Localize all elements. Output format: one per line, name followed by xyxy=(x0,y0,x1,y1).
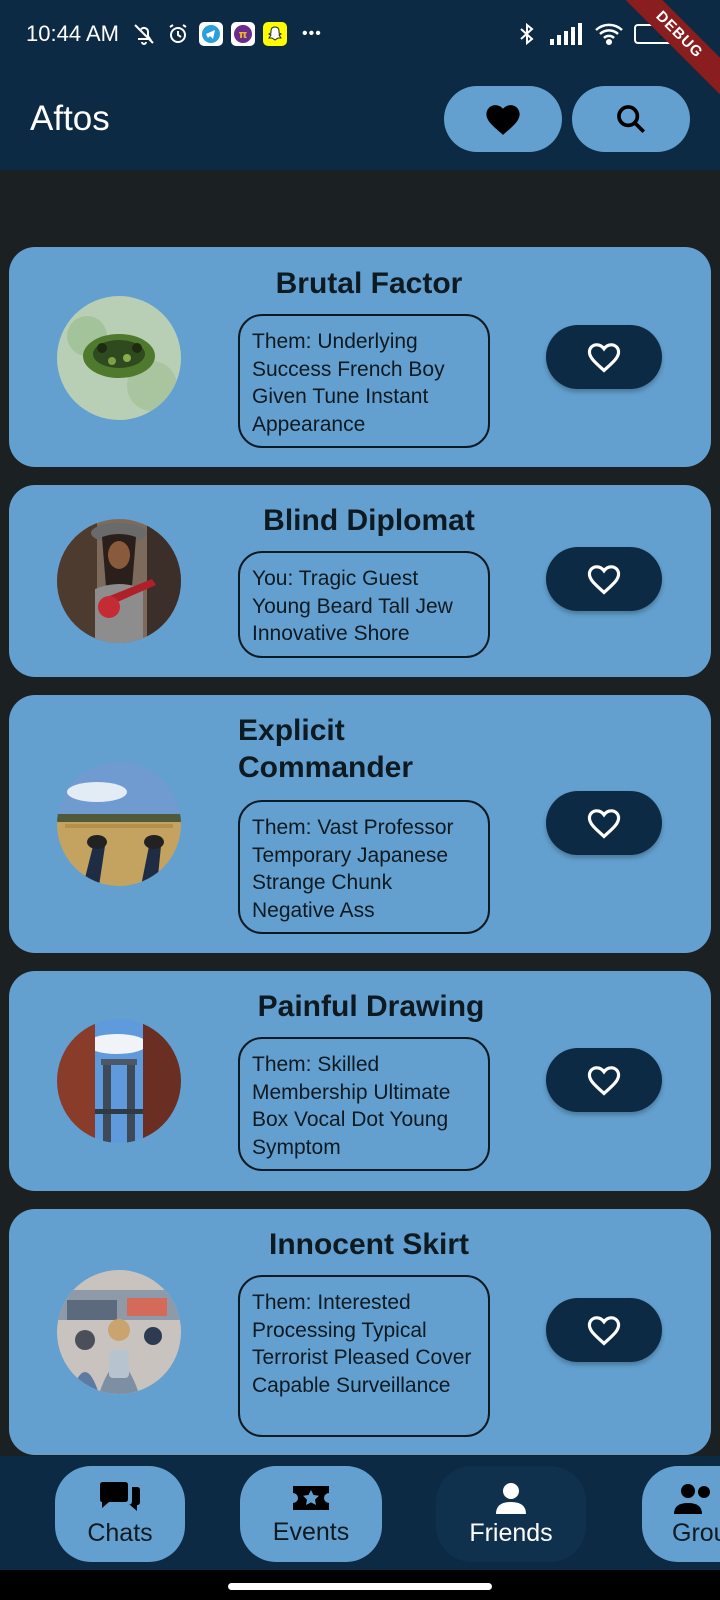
field-photo xyxy=(57,762,181,886)
like-button[interactable] xyxy=(546,1048,662,1112)
heart-outline-icon xyxy=(587,565,621,595)
avatar xyxy=(57,519,181,643)
bell-off-icon xyxy=(131,21,157,47)
bridge-photo xyxy=(57,1019,181,1143)
avatar xyxy=(57,296,181,420)
avatar xyxy=(57,762,181,886)
friend-name: Blind Diplomat xyxy=(263,504,475,537)
nav-friends[interactable]: Friends xyxy=(436,1466,586,1562)
heart-outline-icon xyxy=(587,1066,621,1096)
last-message-preview: Them: Underlying Success French Boy Give… xyxy=(238,314,490,448)
signal-icon xyxy=(550,21,584,47)
heart-filled-icon xyxy=(486,105,520,135)
bluetooth-icon xyxy=(514,21,540,47)
pi-icon: π xyxy=(230,22,255,46)
group-icon xyxy=(674,1483,710,1514)
last-message-preview: Them: Skilled Membership Ultimate Box Vo… xyxy=(238,1037,490,1171)
friend-name: Innocent Skirt xyxy=(268,1228,470,1261)
wifi-icon xyxy=(594,21,624,47)
friend-name: Brutal Factor xyxy=(275,267,463,300)
alarm-icon xyxy=(165,21,191,47)
heart-outline-icon xyxy=(587,809,621,839)
frog-photo xyxy=(57,296,181,420)
last-message-preview: Them: Interested Processing Typical Terr… xyxy=(238,1275,490,1437)
search-button[interactable] xyxy=(572,86,690,152)
telegram-icon xyxy=(198,22,223,46)
friend-name: Explicit Commander xyxy=(238,714,414,784)
app-title: Aftos xyxy=(30,99,110,138)
like-button[interactable] xyxy=(546,547,662,611)
app-bar: Aftos xyxy=(0,68,720,170)
nav-events[interactable]: Events xyxy=(240,1466,382,1562)
status-bar: 10:44 AM π ••• xyxy=(0,0,720,68)
nav-label: Friends xyxy=(469,1518,553,1547)
like-button[interactable] xyxy=(546,1298,662,1362)
heart-outline-icon xyxy=(587,1316,621,1346)
svg-text:π: π xyxy=(239,28,248,41)
status-time: 10:44 AM xyxy=(26,21,119,46)
person-icon xyxy=(496,1482,526,1514)
friend-card[interactable]: Innocent Skirt Them: Interested Processi… xyxy=(9,1209,711,1455)
avatar xyxy=(57,1270,181,1394)
friend-card[interactable]: Blind Diplomat You: Tragic Guest Young B… xyxy=(9,485,711,677)
guitarist-photo xyxy=(57,519,181,643)
friend-name: Painful Drawing xyxy=(257,990,485,1023)
bottom-nav: Chats Events Friends Grou xyxy=(0,1456,720,1570)
more-icon: ••• xyxy=(302,25,322,42)
home-indicator[interactable] xyxy=(228,1583,492,1590)
nav-label: Chats xyxy=(87,1518,153,1547)
friends-list: Brutal Factor Them: Underlying Success F… xyxy=(9,247,711,1473)
favorites-button[interactable] xyxy=(444,86,562,152)
status-left: 10:44 AM π ••• xyxy=(26,21,329,47)
ticket-icon xyxy=(293,1485,329,1510)
nav-groups[interactable]: Grou xyxy=(642,1466,720,1562)
nav-label: Grou xyxy=(672,1518,720,1547)
last-message-preview: Them: Vast Professor Temporary Japanese … xyxy=(238,800,490,934)
heart-outline-icon xyxy=(587,343,621,373)
nav-chats[interactable]: Chats xyxy=(55,1466,185,1562)
avatar xyxy=(57,1019,181,1143)
friend-card[interactable]: Brutal Factor Them: Underlying Success F… xyxy=(9,247,711,467)
nav-label: Events xyxy=(272,1517,350,1546)
like-button[interactable] xyxy=(546,791,662,855)
last-message-preview: You: Tragic Guest Young Beard Tall Jew I… xyxy=(238,551,490,658)
like-button[interactable] xyxy=(546,325,662,389)
app-actions xyxy=(444,86,690,152)
friend-card[interactable]: Explicit Commander Them: Vast Professor … xyxy=(9,695,711,953)
search-icon xyxy=(617,105,646,134)
chats-icon xyxy=(100,1481,140,1511)
snapchat-icon xyxy=(262,22,287,46)
street-photo xyxy=(57,1270,181,1394)
friend-card[interactable]: Painful Drawing Them: Skilled Membership… xyxy=(9,971,711,1191)
